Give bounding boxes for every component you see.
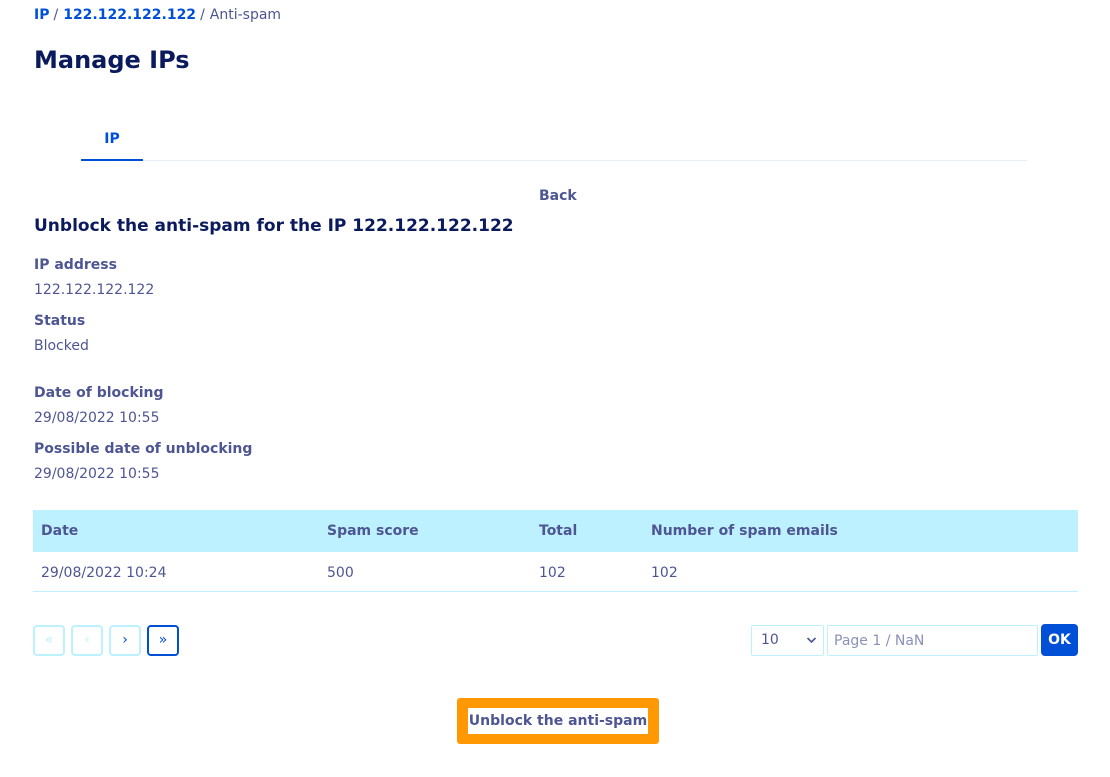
- table-row: 29/08/2022 10:24 500 102 102: [33, 552, 1078, 592]
- previous-page-button[interactable]: ‹: [71, 625, 103, 656]
- per-page-select[interactable]: 10: [751, 625, 824, 656]
- breadcrumb-ip[interactable]: IP: [34, 7, 49, 23]
- breadcrumb-separator: /: [53, 7, 59, 23]
- chevron-right-icon: ›: [122, 632, 128, 648]
- page-title: Manage IPs: [34, 46, 190, 74]
- breadcrumb-separator: /: [200, 7, 205, 23]
- ip-address-value: 122.122.122.122: [34, 282, 155, 298]
- ok-button[interactable]: OK: [1041, 624, 1078, 656]
- next-page-button[interactable]: ›: [109, 625, 141, 656]
- last-page-button[interactable]: »: [147, 625, 179, 656]
- date-blocking-value: 29/08/2022 10:55: [34, 410, 160, 426]
- cell-total: 102: [539, 565, 566, 581]
- date-blocking-label: Date of blocking: [34, 385, 164, 401]
- tab-bar: IP: [81, 122, 1027, 161]
- tab-ip[interactable]: IP: [81, 122, 143, 161]
- page-root: IP/122.122.122.122/Anti-spam Manage IPs …: [0, 0, 1110, 777]
- double-chevron-right-icon: »: [158, 632, 168, 648]
- double-chevron-left-icon: «: [44, 632, 54, 648]
- ip-address-label: IP address: [34, 257, 117, 273]
- date-unblocking-label: Possible date of unblocking: [34, 441, 253, 457]
- cell-spam-score: 500: [327, 565, 354, 581]
- first-page-button[interactable]: «: [33, 625, 65, 656]
- chevron-down-icon: [806, 626, 817, 666]
- back-link[interactable]: Back: [539, 188, 577, 204]
- breadcrumb-current: Anti-spam: [209, 7, 282, 23]
- column-header-total: Total: [539, 523, 578, 539]
- section-title: Unblock the anti-spam for the IP 122.122…: [34, 216, 514, 236]
- spam-table: Date Spam score Total Number of spam ema…: [33, 510, 1078, 592]
- status-value: Blocked: [34, 338, 89, 354]
- breadcrumb-ip-address[interactable]: 122.122.122.122: [63, 7, 196, 23]
- cell-date: 29/08/2022 10:24: [41, 565, 167, 581]
- per-page-value: 10: [761, 632, 779, 648]
- cell-spam-emails: 102: [651, 565, 678, 581]
- date-unblocking-value: 29/08/2022 10:55: [34, 466, 160, 482]
- column-header-spam-emails: Number of spam emails: [651, 523, 838, 539]
- status-label: Status: [34, 313, 86, 329]
- unblock-highlight: Unblock the anti-spam: [457, 698, 659, 744]
- breadcrumb: IP/122.122.122.122/Anti-spam: [34, 7, 281, 23]
- table-header: Date Spam score Total Number of spam ema…: [33, 510, 1078, 552]
- column-header-date: Date: [41, 523, 79, 539]
- unblock-antispam-button[interactable]: Unblock the anti-spam: [468, 708, 648, 734]
- column-header-spam-score: Spam score: [327, 523, 419, 539]
- chevron-left-icon: ‹: [84, 632, 90, 648]
- page-number-input[interactable]: [827, 625, 1038, 656]
